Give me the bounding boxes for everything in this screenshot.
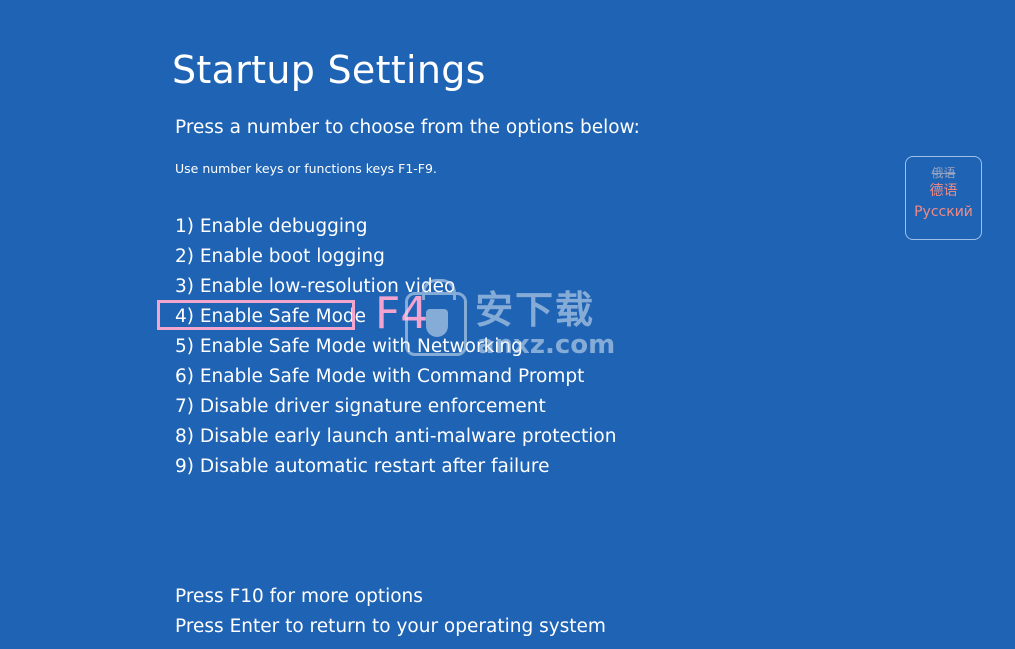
language-item-german[interactable]: 德语	[906, 181, 981, 201]
option-enable-debugging[interactable]: 1) Enable debugging	[175, 212, 616, 242]
footer-instructions: Press F10 for more options Press Enter t…	[175, 582, 606, 642]
instruction-text: Press a number to choose from the option…	[175, 117, 640, 138]
option-disable-driver-signature[interactable]: 7) Disable driver signature enforcement	[175, 392, 616, 422]
language-item-russian-cn[interactable]: 俄语	[906, 165, 981, 181]
option-disable-early-launch-antimalware[interactable]: 8) Disable early launch anti-malware pro…	[175, 422, 616, 452]
watermark-text: 安下载	[475, 288, 596, 332]
shield-icon	[426, 309, 448, 337]
language-item-russian[interactable]: Русский	[906, 201, 981, 223]
site-watermark: 安下载 anxz.com	[405, 279, 620, 364]
safe-mode-highlight-box	[157, 300, 355, 330]
option-enable-safe-mode-command-prompt[interactable]: 6) Enable Safe Mode with Command Prompt	[175, 362, 616, 392]
more-options-text[interactable]: Press F10 for more options	[175, 582, 606, 612]
language-panel[interactable]: 俄语 德语 Русский	[905, 156, 982, 240]
hint-text: Use number keys or functions keys F1-F9.	[175, 161, 437, 176]
option-enable-boot-logging[interactable]: 2) Enable boot logging	[175, 242, 616, 272]
option-disable-automatic-restart[interactable]: 9) Disable automatic restart after failu…	[175, 452, 616, 482]
page-title: Startup Settings	[172, 48, 486, 92]
shopping-bag-icon	[405, 279, 467, 356]
return-to-os-text[interactable]: Press Enter to return to your operating …	[175, 612, 606, 642]
watermark-domain: anxz.com	[477, 330, 616, 360]
